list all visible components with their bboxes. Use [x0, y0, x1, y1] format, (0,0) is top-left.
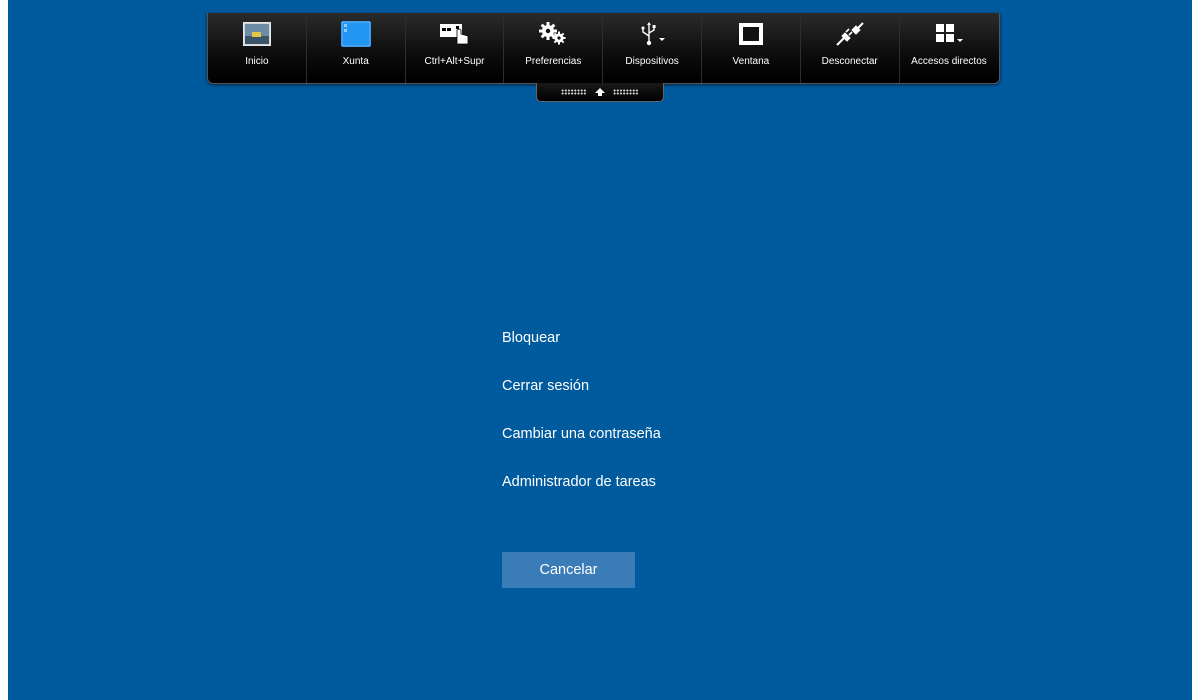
menu-item-bloquear[interactable]: Bloquear: [494, 326, 669, 350]
keyboard-hand-icon: [439, 21, 469, 47]
usb-icon: [637, 21, 667, 47]
toolbar-label: Ventana: [732, 56, 770, 67]
toolbar-label: Inicio: [245, 56, 269, 67]
grip-dots-icon: [561, 89, 587, 95]
toolbar-collapse-handle[interactable]: [536, 83, 664, 102]
plug-disconnect-icon: [835, 21, 865, 47]
toolbar-ctrl-alt-supr-button[interactable]: Ctrl+Alt+Supr: [406, 13, 505, 83]
arrow-up-icon: [595, 88, 605, 96]
toolbar-label: Ctrl+Alt+Supr: [424, 56, 485, 67]
toolbar-accesos-directos-button[interactable]: Accesos directos: [900, 13, 999, 83]
remote-session-toolbar: Inicio Xunta Ctrl+Alt+Supr Preferencias …: [207, 13, 1000, 84]
grid-shortcuts-icon: [934, 21, 964, 47]
toolbar-label: Accesos directos: [911, 56, 987, 67]
home-screenshot-icon: [242, 21, 272, 47]
security-options-menu: Bloquear Cerrar sesión Cambiar una contr…: [494, 326, 669, 518]
toolbar-label: Dispositivos: [625, 56, 679, 67]
grip-dots-icon: [613, 89, 639, 95]
toolbar-label: Preferencias: [525, 56, 582, 67]
cancel-button[interactable]: Cancelar: [502, 552, 635, 588]
toolbar-dispositivos-button[interactable]: Dispositivos: [603, 13, 702, 83]
toolbar-preferencias-button[interactable]: Preferencias: [504, 13, 604, 83]
toolbar-desconectar-button[interactable]: Desconectar: [801, 13, 900, 83]
menu-item-administrador-tareas[interactable]: Administrador de tareas: [494, 470, 669, 494]
toolbar-inicio-button[interactable]: Inicio: [208, 13, 307, 83]
toolbar-label: Xunta: [342, 56, 369, 67]
menu-item-cambiar-contrasena[interactable]: Cambiar una contraseña: [494, 422, 669, 446]
window-frame-icon: [736, 21, 766, 47]
desktop-window-icon: [340, 21, 371, 47]
gears-icon: [538, 21, 568, 47]
menu-item-cerrar-sesion[interactable]: Cerrar sesión: [494, 374, 669, 398]
toolbar-xunta-button[interactable]: Xunta: [307, 13, 406, 83]
toolbar-label: Desconectar: [821, 56, 878, 67]
toolbar-ventana-button[interactable]: Ventana: [702, 13, 801, 83]
